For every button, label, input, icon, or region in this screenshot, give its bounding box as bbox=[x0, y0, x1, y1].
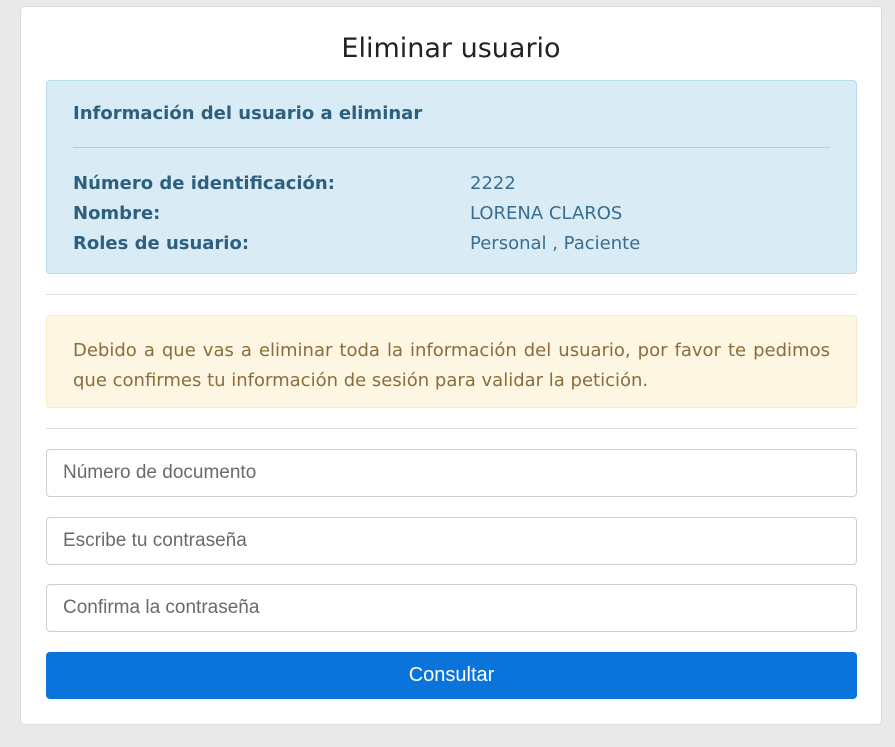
password-input[interactable] bbox=[46, 517, 857, 565]
confirm-password-input[interactable] bbox=[46, 584, 857, 632]
user-info-panel: Información del usuario a eliminar Númer… bbox=[46, 80, 857, 274]
document-number-input[interactable] bbox=[46, 449, 857, 497]
consultar-button[interactable]: Consultar bbox=[46, 652, 857, 699]
confirmation-warning: Debido a que vas a eliminar toda la info… bbox=[46, 315, 857, 408]
section-divider bbox=[46, 428, 857, 429]
user-info-row-name: Nombre: LORENA CLAROS bbox=[73, 203, 830, 229]
user-name-value: LORENA CLAROS bbox=[470, 203, 623, 224]
user-id-value: 2222 bbox=[470, 173, 516, 194]
user-roles-label: Roles de usuario: bbox=[73, 233, 250, 254]
user-info-heading: Información del usuario a eliminar bbox=[73, 103, 423, 124]
user-info-divider bbox=[73, 147, 830, 148]
user-info-row-id: Número de identificación: 2222 bbox=[73, 173, 830, 199]
section-divider bbox=[46, 294, 857, 295]
page-title: Eliminar usuario bbox=[341, 33, 561, 64]
delete-user-card: Eliminar usuario Información del usuario… bbox=[20, 6, 882, 725]
user-info-row-roles: Roles de usuario: Personal , Paciente bbox=[73, 233, 830, 259]
user-name-label: Nombre: bbox=[73, 203, 161, 224]
user-roles-value: Personal , Paciente bbox=[470, 233, 641, 254]
user-id-label: Número de identificación: bbox=[73, 173, 335, 194]
